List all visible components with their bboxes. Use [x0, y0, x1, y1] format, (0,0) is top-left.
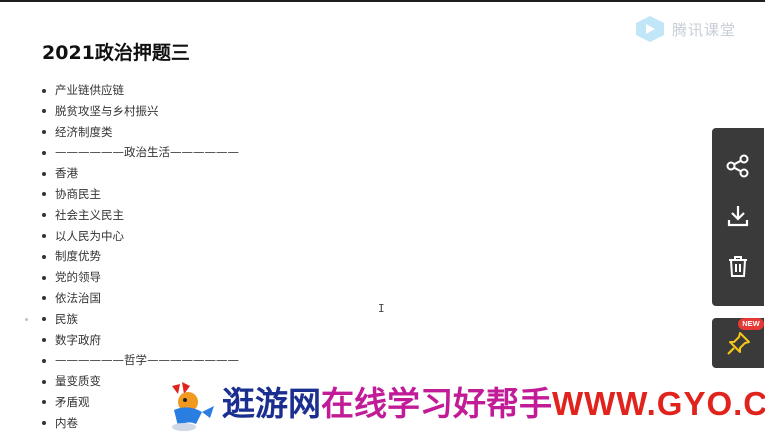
- banner-url: WWW.GYO.CC: [552, 385, 765, 422]
- list-item[interactable]: 香港: [42, 163, 239, 184]
- site-banner: 逛游网在线学习好帮手WWW.GYO.CC: [148, 378, 765, 432]
- list-item[interactable]: 民族: [42, 309, 239, 330]
- play-logo-icon: [636, 16, 664, 42]
- banner-slogan: 在线学习好帮手: [321, 384, 552, 423]
- trash-icon[interactable]: [724, 252, 752, 280]
- list-item[interactable]: ——————政治生活——————: [42, 142, 239, 163]
- list-item[interactable]: 脱贫攻坚与乡村振兴: [42, 101, 239, 122]
- download-icon[interactable]: [724, 202, 752, 230]
- list-item[interactable]: 以人民为中心: [42, 226, 239, 247]
- share-icon[interactable]: [724, 152, 752, 180]
- list-item[interactable]: ——————哲学————————: [42, 350, 239, 371]
- pin-icon[interactable]: [724, 330, 752, 358]
- list-item[interactable]: 社会主义民主: [42, 205, 239, 226]
- action-panel: [712, 128, 764, 306]
- list-item[interactable]: 协商民主: [42, 184, 239, 205]
- top-border: [0, 0, 765, 2]
- watermark-text: 腾讯课堂: [672, 21, 737, 39]
- list-item[interactable]: 经济制度类: [42, 122, 239, 143]
- banner-text: 逛游网在线学习好帮手WWW.GYO.CC: [222, 381, 765, 427]
- new-badge: NEW: [738, 318, 764, 330]
- list-item[interactable]: 产业链供应链: [42, 80, 239, 101]
- collapse-dot[interactable]: [25, 318, 28, 321]
- list-item[interactable]: 制度优势: [42, 246, 239, 267]
- list-item[interactable]: 依法治国: [42, 288, 239, 309]
- mascot-icon: [172, 382, 214, 431]
- list-item[interactable]: 数字政府: [42, 330, 239, 351]
- page-title: 2021政治押题三: [42, 42, 190, 64]
- list-item[interactable]: 党的领导: [42, 267, 239, 288]
- text-cursor-icon: I: [378, 302, 385, 315]
- banner-site-name: 逛游网: [222, 384, 321, 423]
